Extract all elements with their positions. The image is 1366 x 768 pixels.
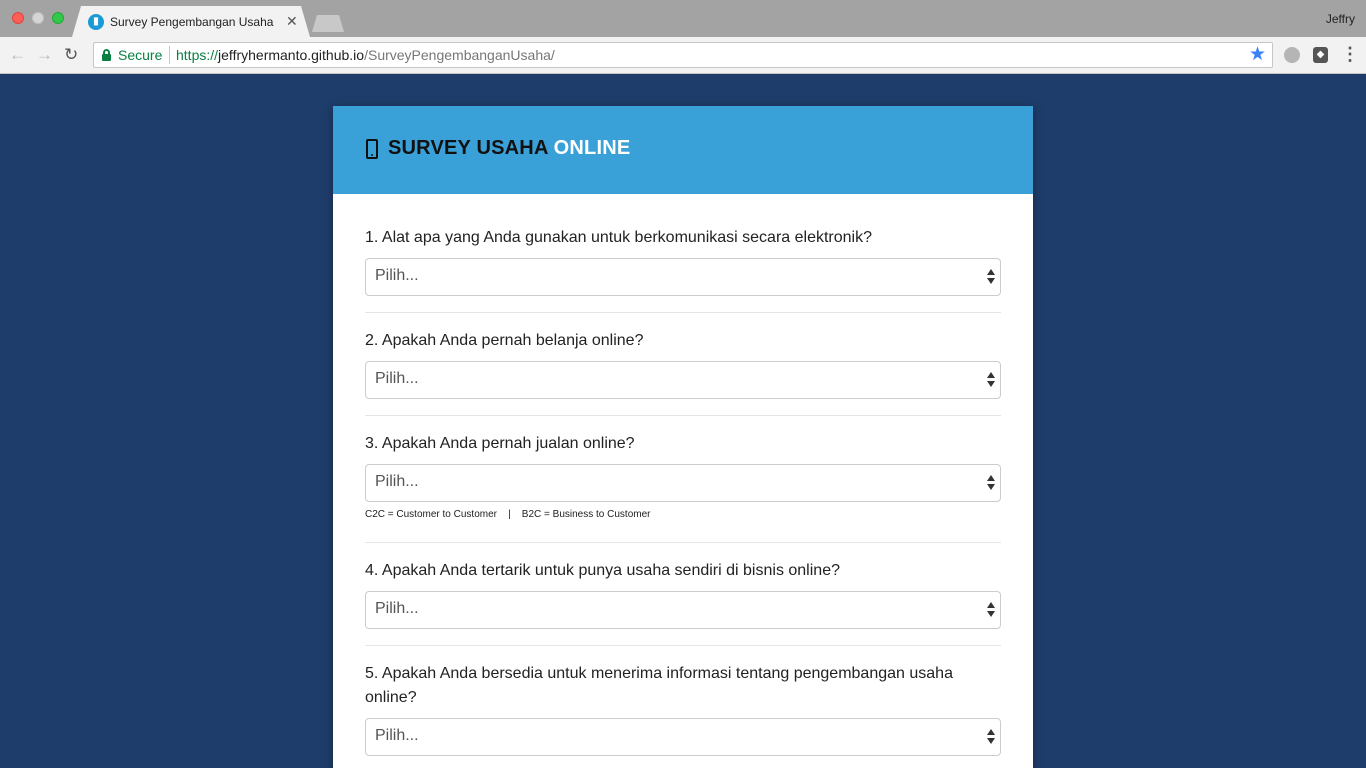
url-scheme: https:// <box>176 47 219 63</box>
mobile-phone-icon <box>366 139 378 159</box>
question-label: 4. Apakah Anda tertarik untuk punya usah… <box>365 562 840 579</box>
question-1: 1. Alat apa yang Anda gunakan untuk berk… <box>365 226 1001 250</box>
close-tab-icon[interactable]: ✕ <box>286 13 298 29</box>
select-value: Pilih... <box>375 267 419 284</box>
url-path: /SurveyPengembanganUsaha/ <box>364 47 555 63</box>
question-4: 4. Apakah Anda tertarik untuk punya usah… <box>365 559 1001 583</box>
title-main: SURVEY USAHA <box>388 137 548 159</box>
survey-header: SURVEY USAHA ONLINE <box>333 106 1033 194</box>
minimize-window-button[interactable] <box>32 12 44 24</box>
url-separator <box>169 46 170 64</box>
select-value: Pilih... <box>375 473 419 490</box>
question-label: 3. Apakah Anda pernah jualan online? <box>365 435 635 452</box>
question-label: 1. Alat apa yang Anda gunakan untuk berk… <box>365 229 872 246</box>
secure-label: Secure <box>118 47 163 63</box>
select-arrows-icon <box>987 727 996 747</box>
question-label: 2. Apakah Anda pernah belanja online? <box>365 332 644 349</box>
question-3-hint: C2C = Customer to Customer | B2C = Busin… <box>365 509 651 520</box>
question-3: 3. Apakah Anda pernah jualan online? <box>365 432 1001 456</box>
profile-name[interactable]: Jeffry <box>1326 12 1355 26</box>
question-label: 5. Apakah Anda bersedia untuk menerima i… <box>365 665 953 706</box>
globe-extension-icon[interactable] <box>1284 47 1300 63</box>
question-5-select[interactable]: Pilih... <box>365 718 1001 756</box>
question-4-select[interactable]: Pilih... <box>365 591 1001 629</box>
select-arrows-icon <box>987 267 996 287</box>
url-host: jeffryhermanto.github.io <box>218 47 365 63</box>
browser-tab-bar: ▮ Survey Pengembangan Usaha ✕ Jeffry <box>0 0 1366 37</box>
select-value: Pilih... <box>375 727 419 744</box>
select-arrows-icon <box>987 370 996 390</box>
question-divider <box>365 312 1001 313</box>
select-arrows-icon <box>987 473 996 493</box>
question-divider <box>365 645 1001 646</box>
survey-card: SURVEY USAHA ONLINE 1. Alat apa yang And… <box>333 106 1033 768</box>
select-value: Pilih... <box>375 370 419 387</box>
question-1-select[interactable]: Pilih... <box>365 258 1001 296</box>
question-divider <box>365 415 1001 416</box>
title-accent: ONLINE <box>553 137 631 159</box>
page-title: SURVEY USAHA ONLINE <box>388 137 630 160</box>
shield-extension-icon[interactable]: ◆ <box>1313 47 1328 63</box>
select-value: Pilih... <box>375 600 419 617</box>
survey-app-icon: ▮ <box>88 14 104 30</box>
question-divider <box>365 542 1001 543</box>
new-tab-button[interactable] <box>312 15 344 32</box>
more-menu-icon[interactable]: ⋮ <box>1341 44 1359 64</box>
address-bar[interactable]: Secure https://jeffryhermanto.github.io/… <box>93 42 1273 68</box>
question-3-select[interactable]: Pilih... <box>365 464 1001 502</box>
browser-toolbar: ← → ↻ Secure https://jeffryhermanto.gith… <box>0 37 1366 74</box>
url-text[interactable]: https://jeffryhermanto.github.io/SurveyP… <box>176 47 555 63</box>
tab-title[interactable]: Survey Pengembangan Usaha <box>110 15 273 29</box>
forward-arrow-icon[interactable]: → <box>36 46 53 64</box>
back-arrow-icon[interactable]: ← <box>9 46 26 64</box>
select-arrows-icon <box>987 600 996 620</box>
question-5: 5. Apakah Anda bersedia untuk menerima i… <box>365 662 1001 710</box>
maximize-window-button[interactable] <box>52 12 64 24</box>
lock-icon <box>102 49 111 61</box>
close-window-button[interactable] <box>12 12 24 24</box>
star-icon[interactable]: ★ <box>1249 44 1266 66</box>
reload-icon[interactable]: ↻ <box>64 46 78 64</box>
question-2: 2. Apakah Anda pernah belanja online? <box>365 329 1001 353</box>
question-2-select[interactable]: Pilih... <box>365 361 1001 399</box>
